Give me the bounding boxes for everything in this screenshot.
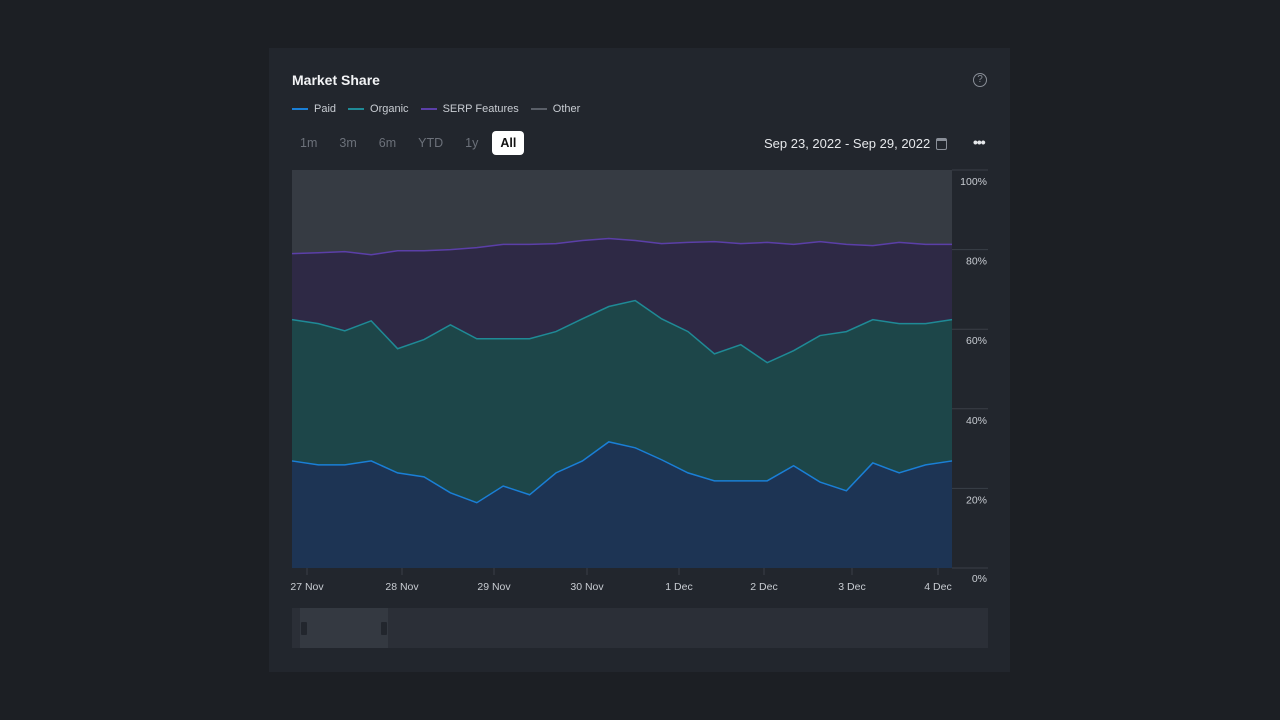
y-tick-label: 40% [966,415,987,427]
y-tick-label: 0% [972,573,987,585]
y-tick-label: 80% [966,256,987,268]
y-tick-label: 100% [960,176,987,188]
x-tick-label: 29 Nov [477,581,511,593]
x-tick-label: 3 Dec [838,581,865,593]
x-tick-label: 30 Nov [570,581,604,593]
market-share-chart: 0% 20% 40% 60% 80% 100% 27 Nov 28 Nov 29 Nov 30 N… [290,169,988,593]
x-tick-label: 2 Dec [750,581,777,593]
x-tick-label: 1 Dec [665,581,692,593]
y-tick-label: 60% [966,335,987,347]
x-tick-label: 4 Dec [924,581,951,593]
y-tick-label: 20% [966,494,987,506]
x-tick-label: 28 Nov [385,581,419,593]
x-tick-label: 27 Nov [290,581,324,593]
